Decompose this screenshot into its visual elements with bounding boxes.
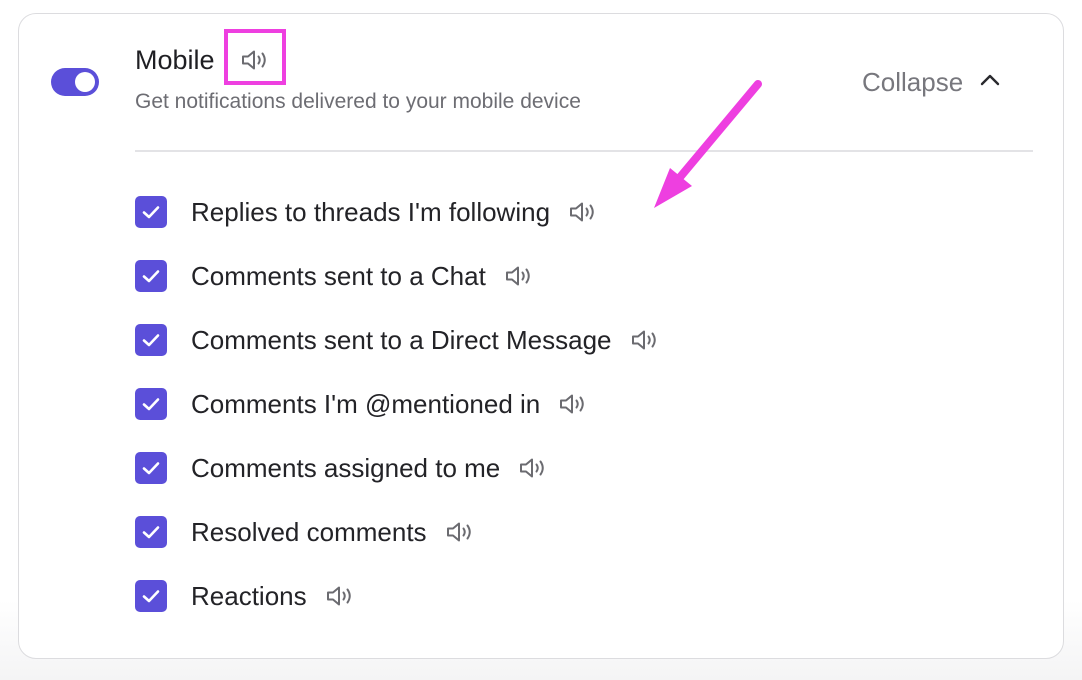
checkmark-icon — [141, 460, 161, 476]
option-checkbox[interactable] — [135, 260, 167, 292]
option-checkbox[interactable] — [135, 196, 167, 228]
checkmark-icon — [141, 268, 161, 284]
option-row: Comments I'm @mentioned in — [135, 388, 590, 420]
divider — [135, 150, 1033, 152]
speaker-volume-icon[interactable] — [566, 198, 600, 226]
option-label: Replies to threads I'm following — [191, 197, 551, 227]
checkmark-icon — [141, 332, 161, 348]
checkmark-icon — [141, 588, 161, 604]
speaker-volume-icon[interactable] — [239, 46, 271, 74]
option-label: Comments sent to a Direct Message — [191, 325, 612, 355]
option-row: Resolved comments — [135, 516, 477, 548]
page: Mobile Get notifications delivered to yo… — [0, 0, 1082, 680]
option-row: Comments assigned to me — [135, 452, 550, 484]
speaker-volume-icon[interactable] — [443, 518, 477, 546]
speaker-volume-icon[interactable] — [556, 390, 590, 418]
speaker-volume-icon[interactable] — [628, 326, 662, 354]
collapse-label: Collapse — [862, 67, 964, 97]
collapse-button[interactable]: Collapse — [862, 66, 1001, 98]
option-checkbox[interactable] — [135, 324, 167, 356]
option-checkbox[interactable] — [135, 580, 167, 612]
speaker-volume-icon[interactable] — [502, 262, 536, 290]
section-title: Mobile — [135, 45, 215, 75]
option-label: Reactions — [191, 581, 307, 611]
option-row: Reactions — [135, 580, 357, 612]
speaker-volume-icon[interactable] — [323, 582, 357, 610]
option-row: Replies to threads I'm following — [135, 196, 600, 228]
option-checkbox[interactable] — [135, 452, 167, 484]
option-label: Comments I'm @mentioned in — [191, 389, 541, 419]
checkmark-icon — [141, 204, 161, 220]
mobile-toggle[interactable] — [51, 68, 99, 96]
option-checkbox[interactable] — [135, 388, 167, 420]
chevron-up-icon — [979, 73, 1001, 92]
checkmark-icon — [141, 524, 161, 540]
option-row: Comments sent to a Chat — [135, 260, 536, 292]
option-label: Comments sent to a Chat — [191, 261, 486, 291]
speaker-volume-icon[interactable] — [516, 454, 550, 482]
option-row: Comments sent to a Direct Message — [135, 324, 662, 356]
option-checkbox[interactable] — [135, 516, 167, 548]
checkmark-icon — [141, 396, 161, 412]
section-subtitle: Get notifications delivered to your mobi… — [135, 90, 581, 113]
option-label: Resolved comments — [191, 517, 427, 547]
option-label: Comments assigned to me — [191, 453, 501, 483]
toggle-knob — [75, 72, 95, 92]
